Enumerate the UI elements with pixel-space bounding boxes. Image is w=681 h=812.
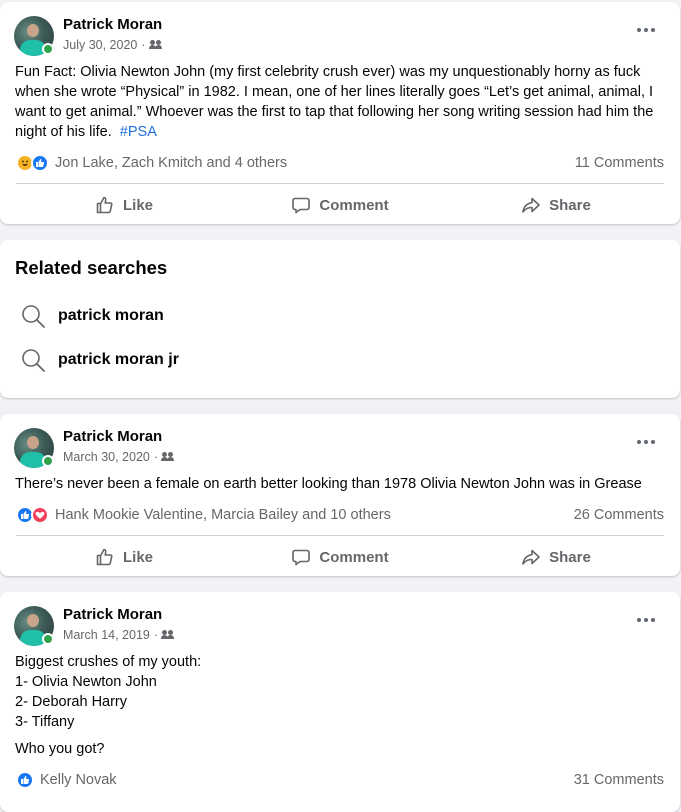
more-options-button[interactable]	[632, 610, 660, 630]
friends-audience-icon	[148, 40, 162, 50]
post-line: 2- Deborah Harry	[15, 694, 128, 710]
comment-icon	[292, 549, 311, 566]
post-author[interactable]: Patrick Moran	[63, 16, 162, 33]
comments-count[interactable]: 11 Comments	[575, 155, 664, 171]
post-meta: July 30, 2020 ·	[63, 38, 162, 52]
post-line: Biggest crushes of my youth:	[15, 654, 202, 670]
post-header: Patrick Moran March 14, 2019 ·	[0, 592, 680, 652]
comment-button[interactable]: Comment	[232, 539, 448, 575]
post-text: Biggest crushes of my youth: 1- Olivia N…	[0, 652, 680, 759]
comments-count[interactable]: 31 Comments	[574, 772, 664, 788]
post-body: Fun Fact: Olivia Newton John (my first c…	[15, 64, 654, 140]
related-searches-title: Related searches	[15, 257, 168, 278]
reactions-names[interactable]: Kelly Novak	[40, 772, 117, 788]
share-button[interactable]: Share	[448, 539, 664, 575]
share-button[interactable]: Share	[448, 187, 664, 223]
post-text: There’s never been a female on earth bet…	[0, 474, 680, 494]
reactions-row: Kelly Novak 31 Comments	[16, 760, 664, 800]
share-icon	[522, 549, 540, 565]
reactions-row: Hank Mookie Valentine, Marcia Bailey and…	[16, 495, 664, 535]
reactions-names[interactable]: Jon Lake, Zach Kmitch and 4 others	[55, 155, 287, 171]
post-header: Patrick Moran July 30, 2020 ·	[0, 2, 680, 62]
post-card: Patrick Moran March 30, 2020 · There’s n…	[0, 414, 680, 576]
post-question: Who you got?	[15, 741, 105, 757]
post-actions: Like Comment Share	[16, 536, 664, 578]
more-options-button[interactable]	[632, 20, 660, 40]
related-search-item[interactable]: patrick moran jr	[20, 345, 179, 375]
comment-button[interactable]: Comment	[232, 187, 448, 223]
friends-audience-icon	[161, 452, 174, 462]
reaction-icons	[16, 771, 34, 789]
love-reaction-icon	[31, 506, 49, 524]
post-body: There’s never been a female on earth bet…	[15, 476, 642, 492]
comments-count[interactable]: 26 Comments	[574, 507, 664, 523]
post-meta: March 14, 2019 ·	[63, 628, 174, 642]
post-date[interactable]: July 30, 2020	[63, 38, 137, 52]
related-searches-card: Related searches patrick moran patrick m…	[0, 240, 680, 398]
reactions-names[interactable]: Hank Mookie Valentine, Marcia Bailey and…	[55, 507, 391, 523]
hashtag-link[interactable]: #PSA	[120, 124, 157, 140]
like-button[interactable]: Like	[16, 539, 232, 575]
post-meta: March 30, 2020 ·	[63, 450, 174, 464]
reaction-icons	[16, 506, 49, 524]
reaction-icons	[16, 154, 49, 172]
search-icon	[22, 305, 45, 328]
like-reaction-icon	[16, 771, 34, 789]
post-actions: Like Comment Share	[16, 184, 664, 226]
post-author[interactable]: Patrick Moran	[63, 606, 162, 623]
like-icon	[96, 548, 113, 566]
post-card: Patrick Moran March 14, 2019 · Biggest c…	[0, 592, 680, 812]
online-status-icon	[42, 455, 54, 467]
post-author[interactable]: Patrick Moran	[63, 428, 162, 445]
more-options-button[interactable]	[632, 432, 660, 452]
like-icon	[96, 196, 113, 214]
comment-icon	[292, 197, 311, 214]
post-line: 3- Tiffany	[15, 714, 75, 730]
related-search-item[interactable]: patrick moran	[20, 301, 164, 331]
online-status-icon	[42, 633, 54, 645]
post-header: Patrick Moran March 30, 2020 ·	[0, 414, 680, 474]
search-icon	[22, 349, 45, 372]
like-button[interactable]: Like	[16, 187, 232, 223]
online-status-icon	[42, 43, 54, 55]
share-icon	[522, 197, 540, 213]
post-date[interactable]: March 14, 2019	[63, 628, 150, 642]
post-text: Fun Fact: Olivia Newton John (my first c…	[0, 62, 680, 142]
post-card: Patrick Moran July 30, 2020 · Fun Fact: …	[0, 2, 680, 224]
friends-audience-icon	[161, 630, 174, 640]
post-line: 1- Olivia Newton John	[15, 674, 157, 690]
post-date[interactable]: March 30, 2020	[63, 450, 150, 464]
like-reaction-icon	[31, 154, 49, 172]
reactions-row: Jon Lake, Zach Kmitch and 4 others 11 Co…	[16, 143, 664, 183]
